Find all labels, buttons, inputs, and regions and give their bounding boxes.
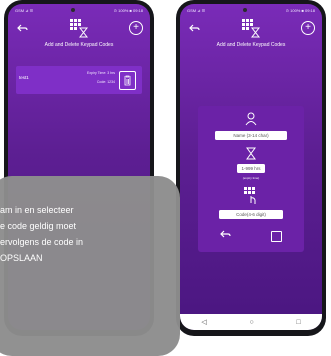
page-title: Add and Delete Keypad Codes bbox=[44, 42, 114, 48]
back-arrow-icon bbox=[220, 230, 231, 238]
back-button[interactable] bbox=[187, 21, 201, 35]
nav-back-button[interactable]: ◁ bbox=[201, 318, 206, 326]
hourglass-icon bbox=[246, 147, 256, 165]
delete-code-button[interactable] bbox=[119, 71, 136, 90]
status-right: ⊙ 100% ■ 09:18 bbox=[285, 7, 315, 13]
instruction-line: e code geldig moet bbox=[0, 221, 77, 231]
camera-dot bbox=[243, 8, 248, 12]
expiry-hint: (expiry time) bbox=[242, 176, 260, 180]
instruction-text: am in en selecteer e code geldig moet er… bbox=[0, 202, 190, 266]
page-title: Add and Delete Keypad Codes bbox=[216, 42, 286, 48]
android-navbar: ◁ ○ □ bbox=[180, 314, 322, 330]
back-button[interactable] bbox=[15, 21, 29, 35]
keypad-timer-icon bbox=[241, 18, 261, 43]
user-icon bbox=[245, 112, 257, 131]
camera-dot bbox=[71, 8, 76, 12]
keypad-timer-icon bbox=[69, 18, 89, 43]
phone-right: GSM ⊿ ☰ ⊙ 100% ■ 09:18 + Add and Delete … bbox=[176, 0, 326, 336]
plus-icon: + bbox=[133, 22, 139, 33]
status-left: GSM ⊿ ☰ bbox=[187, 7, 206, 13]
status-right: ⊙ 100% ■ 09:18 bbox=[113, 7, 143, 13]
status-bar: GSM ⊿ ☰ ⊙ 100% ■ 09:18 bbox=[8, 4, 150, 16]
back-arrow-icon bbox=[16, 24, 28, 31]
add-code-button[interactable]: + bbox=[301, 21, 315, 35]
save-button[interactable] bbox=[271, 231, 282, 242]
form-cancel-button[interactable] bbox=[220, 230, 231, 242]
code-value: Code: 1234 bbox=[96, 80, 115, 84]
add-code-form: Name (3-14 char) 1-999 hrs (expiry time)… bbox=[198, 106, 304, 252]
plus-icon: + bbox=[305, 22, 311, 33]
nav-home-button[interactable]: ○ bbox=[249, 319, 253, 326]
code-name: test1 bbox=[19, 75, 29, 80]
name-input[interactable]: Name (3-14 char) bbox=[215, 131, 287, 140]
trash-icon bbox=[124, 75, 131, 86]
status-left: GSM ⊿ ☰ bbox=[15, 7, 34, 13]
nav-recent-button[interactable]: □ bbox=[296, 319, 300, 326]
code-list-item[interactable]: test1 Expiry Time: 3 hrs Code: 1234 bbox=[16, 66, 142, 94]
instruction-line: am in en selecteer bbox=[0, 205, 74, 215]
back-arrow-icon bbox=[188, 24, 200, 31]
expiry-time-input[interactable]: 1-999 hrs bbox=[237, 164, 265, 173]
toolbar: + Add and Delete Keypad Codes bbox=[180, 16, 322, 54]
code-input[interactable]: Code(4-6 digit) bbox=[219, 210, 283, 219]
toolbar: + Add and Delete Keypad Codes bbox=[8, 16, 150, 54]
keypad-touch-icon bbox=[243, 186, 259, 211]
screen-add-code: GSM ⊿ ☰ ⊙ 100% ■ 09:18 + Add and Delete … bbox=[180, 4, 322, 330]
add-code-button[interactable]: + bbox=[129, 21, 143, 35]
code-expiry: Expiry Time: 3 hrs bbox=[86, 71, 115, 75]
instruction-line: ervolgens de code in bbox=[0, 237, 84, 247]
instruction-line: OPSLAAN bbox=[0, 253, 43, 263]
status-bar: GSM ⊿ ☰ ⊙ 100% ■ 09:18 bbox=[180, 4, 322, 16]
